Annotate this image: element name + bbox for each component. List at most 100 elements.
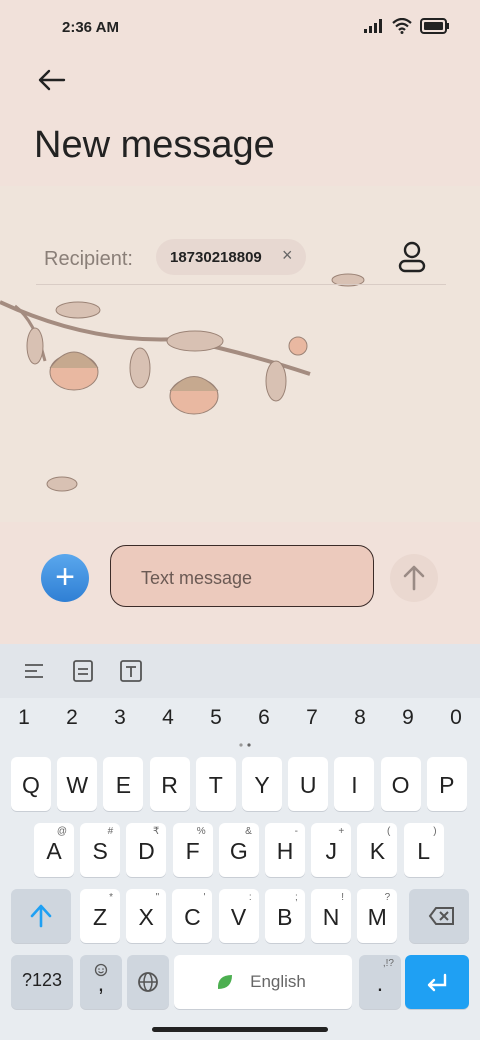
- recipient-label: Recipient:: [44, 248, 133, 270]
- letter-key[interactable]: Z *: [80, 889, 120, 943]
- key-hint: %: [196, 826, 206, 837]
- letter-key[interactable]: B;: [264, 889, 305, 943]
- text-format-icon[interactable]: [23, 660, 45, 682]
- send-button[interactable]: [390, 554, 438, 602]
- clipboard-icon[interactable]: [72, 660, 94, 682]
- comma-key[interactable]: ,: [80, 955, 122, 1009]
- contact-picker-icon[interactable]: [396, 240, 428, 274]
- key-hint: ): [433, 826, 437, 837]
- key-label: A: [46, 838, 62, 864]
- key-label: X: [138, 904, 154, 930]
- key-label: ?123: [21, 970, 63, 990]
- key-hint: ": [155, 892, 160, 903]
- letter-key[interactable]: L): [403, 823, 444, 877]
- space-key[interactable]: English: [174, 955, 352, 1009]
- home-indicator[interactable]: [152, 1027, 328, 1032]
- number-key[interactable]: 2: [48, 706, 96, 730]
- letter-key[interactable]: Q: [11, 757, 51, 811]
- letter-key[interactable]: K(: [357, 823, 398, 877]
- period-key[interactable]: .,!?: [359, 955, 401, 1009]
- status-time: 2:36 AM: [62, 19, 119, 36]
- letter-key[interactable]: U: [288, 757, 329, 811]
- key-label: .: [376, 970, 384, 996]
- battery-icon: [420, 18, 449, 34]
- letter-key[interactable]: W: [57, 757, 98, 811]
- number-key[interactable]: 9: [384, 706, 432, 730]
- letter-key[interactable]: R: [149, 757, 190, 811]
- key-label: D: [138, 838, 155, 864]
- key-label: W: [66, 772, 89, 798]
- letter-key[interactable]: I: [334, 757, 375, 811]
- key-label: T: [208, 772, 223, 798]
- letter-key[interactable]: H-: [265, 823, 305, 877]
- enter-key[interactable]: [405, 955, 469, 1009]
- key-hint: ,!?: [382, 958, 394, 969]
- letter-key[interactable]: X ": [126, 889, 167, 943]
- number-key[interactable]: 6: [240, 706, 288, 730]
- number-key[interactable]: 0: [432, 706, 480, 730]
- key-label: English: [250, 972, 306, 991]
- key-label: Z: [92, 904, 108, 930]
- shift-arrow-icon: [30, 904, 52, 928]
- number-key[interactable]: 1: [0, 706, 48, 730]
- key-label: F: [185, 838, 200, 864]
- number-key[interactable]: 5: [192, 706, 240, 730]
- key-label: N: [322, 904, 340, 930]
- key-label: O: [391, 772, 410, 798]
- key-label: B: [277, 904, 293, 930]
- key-label: G: [229, 838, 248, 864]
- number-key[interactable]: 8: [336, 706, 384, 730]
- letter-key[interactable]: D ₹: [126, 823, 167, 877]
- key-label: M: [367, 904, 387, 930]
- number-key[interactable]: 3: [96, 706, 144, 730]
- recipient-chip[interactable]: 18730218809 ×: [156, 239, 306, 275]
- letter-key[interactable]: G &: [218, 823, 259, 877]
- letter-key[interactable]: F%: [172, 823, 213, 877]
- letter-key[interactable]: C ': [172, 889, 213, 943]
- language-key[interactable]: [127, 955, 169, 1009]
- key-hint: #: [107, 826, 114, 837]
- globe-icon: [138, 972, 158, 992]
- key-label: R: [161, 772, 178, 798]
- back-arrow-icon[interactable]: [32, 62, 72, 102]
- backspace-icon: [428, 907, 454, 925]
- letter-key[interactable]: P: [426, 757, 467, 811]
- key-hint: ': [203, 892, 206, 903]
- letter-key[interactable]: N!: [311, 889, 351, 943]
- key-label: L: [417, 838, 430, 864]
- number-key[interactable]: 4: [144, 706, 192, 730]
- letter-key[interactable]: S #: [80, 823, 121, 877]
- key-hint: :: [248, 892, 252, 903]
- key-hint: ;: [295, 892, 298, 903]
- letter-key[interactable]: E: [103, 757, 144, 811]
- delete-key[interactable]: [409, 889, 469, 943]
- letter-key[interactable]: A @: [34, 823, 74, 877]
- text-tool-icon[interactable]: [120, 660, 142, 682]
- page-dots-icon: [239, 743, 251, 747]
- send-arrow-icon: [403, 565, 425, 591]
- symbols-key[interactable]: ?123: [11, 955, 73, 1009]
- number-row: 1234567890: [0, 706, 480, 740]
- key-label: I: [351, 772, 358, 798]
- message-input[interactable]: Text message: [110, 545, 374, 607]
- key-hint: &: [245, 826, 252, 837]
- wallpaper-illustration: [0, 273, 365, 492]
- add-attachment-button[interactable]: +: [41, 554, 89, 602]
- key-label: J: [325, 838, 337, 864]
- remove-recipient-icon[interactable]: ×: [282, 245, 293, 266]
- key-label: K: [369, 838, 386, 864]
- letter-key[interactable]: T: [195, 757, 236, 811]
- shift-key[interactable]: [11, 889, 71, 943]
- key-label: U: [299, 772, 317, 798]
- letter-key[interactable]: J +: [311, 823, 352, 877]
- letter-key[interactable]: O: [380, 757, 421, 811]
- letter-key[interactable]: M?: [357, 889, 398, 943]
- letter-key[interactable]: V:: [218, 889, 259, 943]
- letter-key[interactable]: Y: [242, 757, 282, 811]
- emoji-icon: [94, 963, 108, 977]
- recipient-number: 18730218809: [170, 249, 262, 266]
- signal-icon: [364, 19, 382, 33]
- number-key[interactable]: 7: [288, 706, 336, 730]
- key-label: C: [184, 904, 201, 930]
- recipient-row: Recipient: 18730218809 ×: [36, 238, 446, 286]
